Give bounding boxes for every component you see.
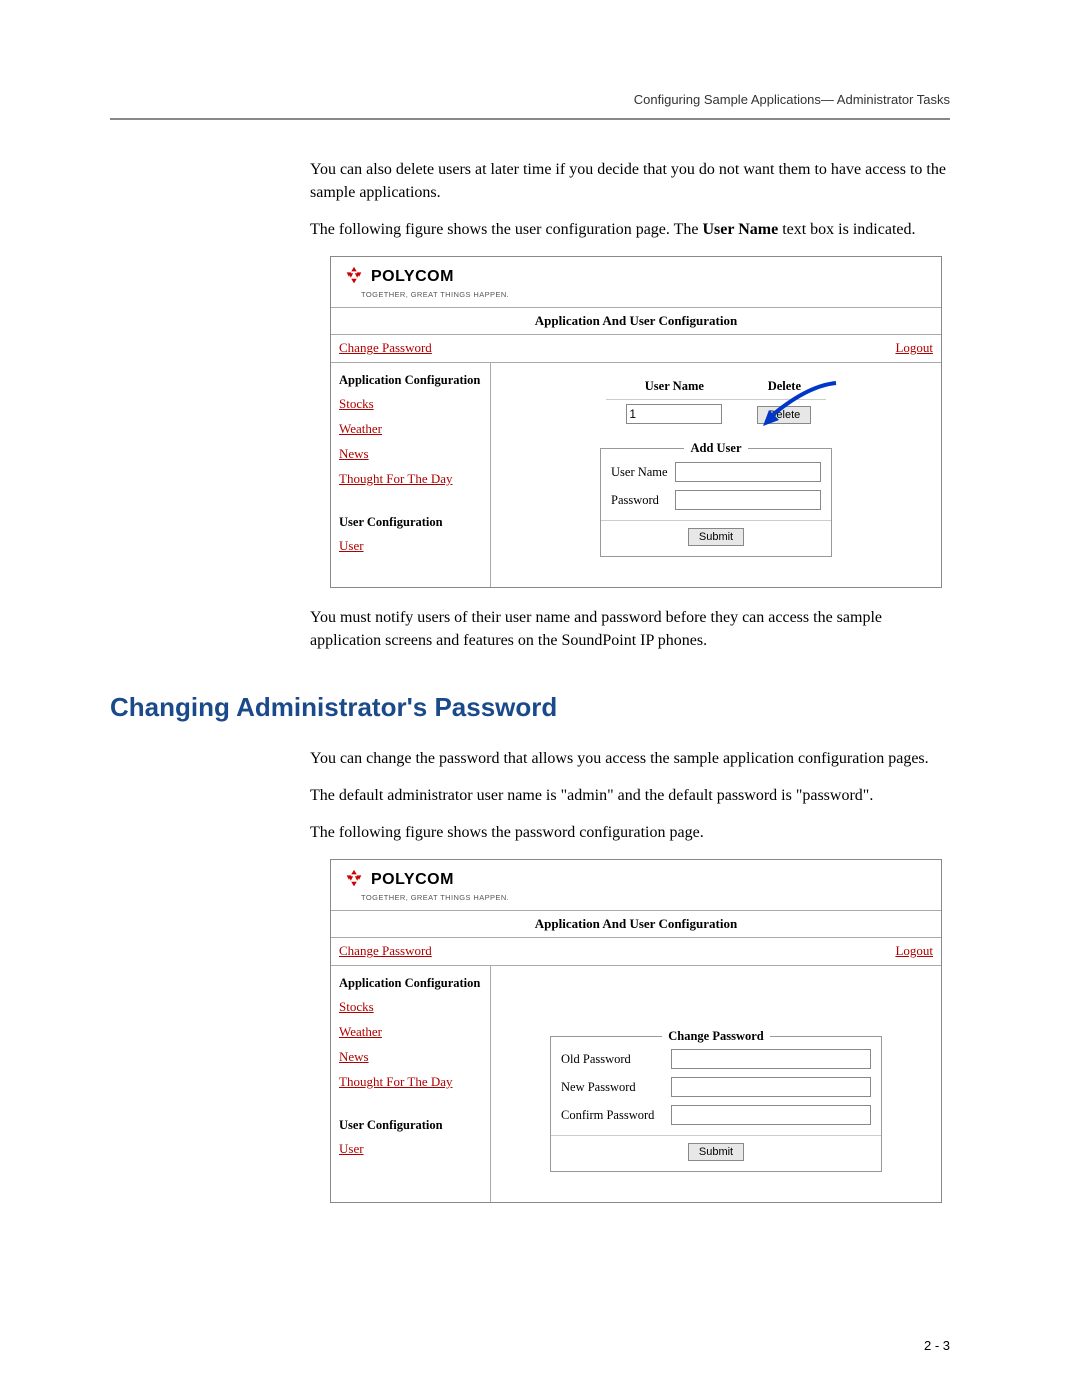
screenshot-title-2: Application And User Configuration (331, 910, 941, 939)
sidebar-link-stocks[interactable]: Stocks (339, 395, 482, 414)
section-heading-change-password: Changing Administrator's Password (110, 692, 950, 723)
sidebar-2: Application Configuration Stocks Weather… (331, 966, 491, 1202)
user-name-input[interactable] (626, 404, 722, 424)
label-confirm-password: Confirm Password (561, 1106, 671, 1124)
label-old-password: Old Password (561, 1050, 671, 1068)
sidebar-heading-app-config: Application Configuration (339, 371, 482, 389)
paragraph-figure-intro-1: The following figure shows the user conf… (310, 218, 950, 241)
header-divider (110, 118, 950, 120)
confirm-password-input[interactable] (671, 1105, 871, 1125)
link-change-password[interactable]: Change Password (339, 339, 432, 358)
sidebar-heading-app-config-2: Application Configuration (339, 974, 482, 992)
new-password-input[interactable] (671, 1077, 871, 1097)
figure-user-config: POLYCOM TOGETHER, GREAT THINGS HAPPEN. A… (330, 256, 942, 588)
change-password-title: Change Password (551, 1027, 881, 1045)
submit-button-2[interactable]: Submit (688, 1143, 744, 1161)
logo-block-2: POLYCOM (331, 860, 941, 893)
label-password: Password (611, 491, 675, 509)
sidebar-link-news-2[interactable]: News (339, 1048, 482, 1067)
logo-tagline: TOGETHER, GREAT THINGS HAPPEN. (361, 290, 941, 307)
page-number: 2 - 3 (924, 1338, 950, 1353)
delete-button[interactable]: Delete (757, 406, 811, 424)
link-logout[interactable]: Logout (895, 339, 933, 358)
link-change-password-2[interactable]: Change Password (339, 942, 432, 961)
polycom-logo-icon (343, 265, 365, 287)
add-user-title: Add User (601, 439, 831, 457)
add-user-password-input[interactable] (675, 490, 821, 510)
sidebar-link-thought-2[interactable]: Thought For The Day (339, 1073, 482, 1092)
sidebar-link-user-2[interactable]: User (339, 1140, 482, 1159)
logo-text: POLYCOM (371, 265, 454, 288)
sidebar-link-news[interactable]: News (339, 445, 482, 464)
logo-block: POLYCOM (331, 257, 941, 290)
running-head: Configuring Sample Applications— Adminis… (634, 92, 950, 107)
sidebar-link-thought[interactable]: Thought For The Day (339, 470, 482, 489)
link-logout-2[interactable]: Logout (895, 942, 933, 961)
paragraph-change-password: You can change the password that allows … (310, 747, 950, 770)
sidebar: Application Configuration Stocks Weather… (331, 363, 491, 586)
old-password-input[interactable] (671, 1049, 871, 1069)
sidebar-link-weather-2[interactable]: Weather (339, 1023, 482, 1042)
p2-bold: User Name (703, 221, 779, 238)
logo-text: POLYCOM (371, 868, 454, 891)
p2-part-c: text box is indicated. (778, 221, 915, 238)
col-header-username: User Name (606, 373, 743, 400)
logo-tagline: TOGETHER, GREAT THINGS HAPPEN. (361, 893, 941, 910)
table-row: Delete (606, 400, 826, 429)
paragraph-delete-users: You can also delete users at later time … (310, 158, 950, 204)
figure-password-config: POLYCOM TOGETHER, GREAT THINGS HAPPEN. A… (330, 859, 942, 1204)
sidebar-link-user[interactable]: User (339, 537, 482, 556)
paragraph-figure-intro-2: The following figure shows the password … (310, 821, 950, 844)
sidebar-heading-user-config: User Configuration (339, 513, 482, 531)
sidebar-link-weather[interactable]: Weather (339, 420, 482, 439)
user-table: User Name Delete Delete (606, 373, 826, 428)
submit-button[interactable]: Submit (688, 528, 744, 546)
paragraph-default-credentials: The default administrator user name is "… (310, 784, 950, 807)
sidebar-heading-user-config-2: User Configuration (339, 1116, 482, 1134)
polycom-logo-icon (343, 868, 365, 890)
col-header-delete: Delete (743, 373, 826, 400)
add-user-username-input[interactable] (675, 462, 821, 482)
label-username: User Name (611, 463, 675, 481)
paragraph-notify-users: You must notify users of their user name… (310, 606, 950, 652)
p2-part-a: The following figure shows the user conf… (310, 221, 703, 238)
screenshot-title: Application And User Configuration (331, 307, 941, 336)
sidebar-link-stocks-2[interactable]: Stocks (339, 998, 482, 1017)
label-new-password: New Password (561, 1078, 671, 1096)
